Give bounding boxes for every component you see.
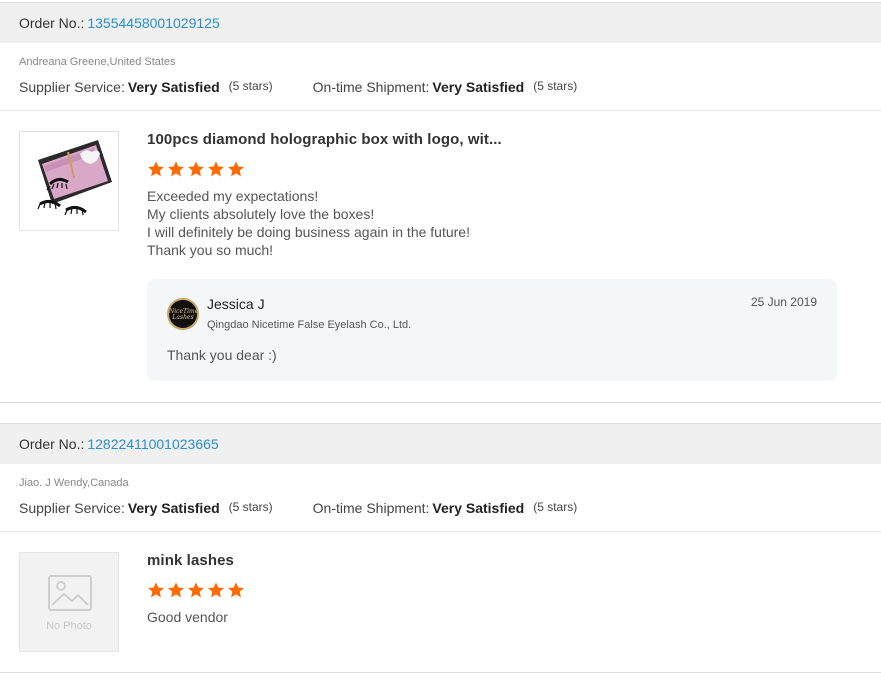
star-icon (228, 161, 244, 177)
avatar-logo-text: NiceTime Lashes (169, 308, 199, 321)
product-title[interactable]: 100pcs diamond holographic box with logo… (147, 131, 502, 148)
no-photo-label: No Photo (46, 620, 92, 632)
supplier-service-stars: (5 stars) (228, 79, 273, 93)
product-title[interactable]: mink lashes (147, 552, 234, 569)
buyer-name: Andreana Greene,United States (19, 56, 176, 68)
star-icon (148, 582, 164, 598)
star-icon (168, 161, 184, 177)
supplier-service-label: Supplier Service: (19, 79, 125, 95)
comment-line: Exceeded my expectations! (147, 188, 319, 204)
rating-stars (147, 581, 245, 599)
review-comment: Good vendor (147, 608, 228, 626)
comment-line: My clients absolutely love the boxes! (147, 206, 375, 222)
review-meta: Andreana Greene,United States Supplier S… (0, 43, 881, 111)
product-thumbnail[interactable] (19, 131, 119, 231)
reply-author: Jessica J (207, 296, 265, 312)
shipment-label: On-time Shipment: (312, 500, 430, 516)
order-label: Order No.: (19, 436, 85, 452)
order-bar: Order No.: 13554458001029125 (0, 3, 881, 43)
order-number-link[interactable]: 13554458001029125 (87, 15, 219, 31)
shipment-value: Very Satisfied (432, 79, 525, 95)
order-label: Order No.: (19, 15, 85, 31)
review-comment: Exceeded my expectations! My clients abs… (147, 187, 470, 259)
review-card: Order No.: 13554458001029125 Andreana Gr… (0, 2, 881, 403)
star-icon (208, 161, 224, 177)
shipment-stars: (5 stars) (533, 500, 578, 514)
review-card: Order No.: 12822411001023665 Jiao. J Wen… (0, 423, 881, 673)
supplier-service-value: Very Satisfied (127, 500, 220, 516)
star-icon (168, 582, 184, 598)
star-icon (228, 582, 244, 598)
shipment-label: On-time Shipment: (312, 79, 430, 95)
rating-stars (147, 160, 245, 178)
comment-line: Thank you so much! (147, 242, 274, 258)
service-ratings: Supplier Service: Very Satisfied (5 star… (19, 79, 577, 95)
service-ratings: Supplier Service: Very Satisfied (5 star… (19, 500, 577, 516)
supplier-service-value: Very Satisfied (127, 79, 220, 95)
review-meta: Jiao. J Wendy,Canada Supplier Service: V… (0, 464, 881, 532)
order-number-link[interactable]: 12822411001023665 (87, 436, 218, 452)
buyer-name: Jiao. J Wendy,Canada (19, 477, 129, 489)
star-icon (188, 582, 204, 598)
avatar: NiceTime Lashes (167, 298, 199, 330)
reply-date: 25 Jun 2019 (750, 295, 817, 309)
reply-company: Qingdao Nicetime False Eyelash Co., Ltd. (207, 319, 412, 331)
product-thumbnail-placeholder: No Photo (19, 552, 119, 652)
supplier-service-stars: (5 stars) (228, 500, 273, 514)
supplier-service-label: Supplier Service: (19, 500, 125, 516)
comment-line: Good vendor (147, 609, 228, 625)
supplier-reply: NiceTime Lashes Jessica J Qingdao Niceti… (147, 279, 837, 381)
comment-line: I will definitely be doing business agai… (147, 224, 470, 240)
reply-text: Thank you dear :) (167, 347, 277, 363)
star-icon (148, 161, 164, 177)
star-icon (188, 161, 204, 177)
star-icon (208, 582, 224, 598)
order-bar: Order No.: 12822411001023665 (0, 424, 881, 464)
shipment-value: Very Satisfied (432, 500, 525, 516)
shipment-stars: (5 stars) (533, 79, 578, 93)
image-placeholder-icon (48, 575, 92, 611)
